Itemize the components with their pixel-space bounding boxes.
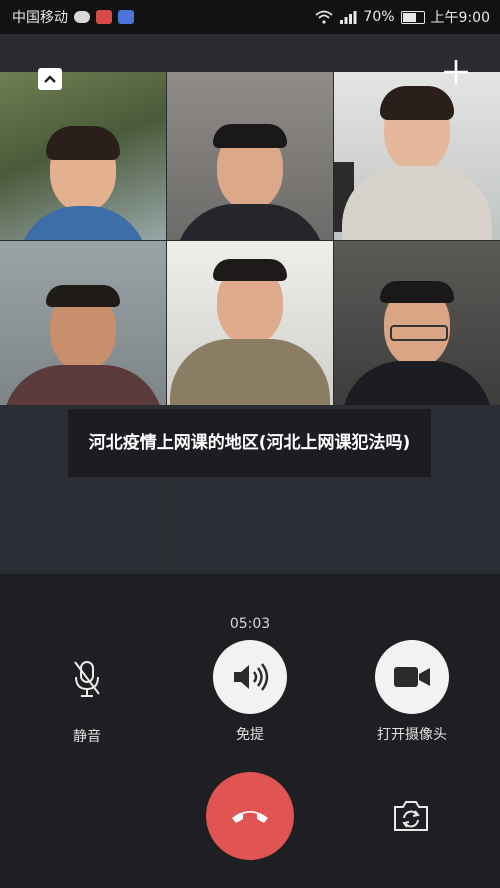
- participant-video-4[interactable]: [0, 241, 166, 405]
- participant-video-1[interactable]: [0, 72, 166, 240]
- add-participant-button[interactable]: [441, 58, 471, 88]
- microphone-off-icon: [74, 661, 100, 697]
- collapse-button[interactable]: [38, 68, 62, 90]
- call-timer: 05:03: [229, 616, 271, 632]
- mute-button[interactable]: 静音: [27, 642, 147, 746]
- chevron-up-icon: [44, 75, 56, 83]
- plus-icon: [444, 60, 468, 84]
- battery-percent: 70%: [363, 9, 395, 25]
- signal-icon: [340, 11, 357, 24]
- article-title-overlay: 河北疫情上网课的地区(河北上网课犯法吗): [68, 409, 431, 477]
- camera-flip-icon: [394, 801, 428, 831]
- switch-camera-button[interactable]: [388, 796, 434, 836]
- chat-notification-icon: [74, 11, 90, 23]
- battery-icon: [400, 10, 425, 24]
- participant-video-5[interactable]: [167, 241, 333, 405]
- camera-label: 打开摄像头: [377, 727, 447, 743]
- wifi-icon: [315, 10, 334, 24]
- app-notification-icon: [96, 10, 112, 24]
- video-grid: [0, 34, 500, 574]
- speaker-button[interactable]: 免提: [190, 640, 310, 744]
- speaker-label: 免提: [236, 727, 264, 743]
- carrier-name: 中国移动: [12, 10, 68, 26]
- participant-video-6[interactable]: [334, 241, 500, 405]
- status-bar: 中国移动 70% 上午9:00: [0, 0, 500, 34]
- video-camera-icon: [394, 667, 430, 687]
- mute-label: 静音: [73, 729, 101, 745]
- app-notification-icon: [118, 10, 134, 24]
- participant-video-2[interactable]: [167, 72, 333, 240]
- hangup-button[interactable]: [206, 772, 294, 860]
- clock: 上午9:00: [430, 10, 490, 26]
- call-controls: 05:03 静音 免提 打开摄像头: [0, 574, 500, 888]
- camera-toggle-button[interactable]: 打开摄像头: [352, 640, 472, 744]
- phone-hangup-icon: [232, 811, 268, 823]
- participant-video-3[interactable]: [334, 72, 500, 240]
- speaker-icon: [234, 663, 269, 691]
